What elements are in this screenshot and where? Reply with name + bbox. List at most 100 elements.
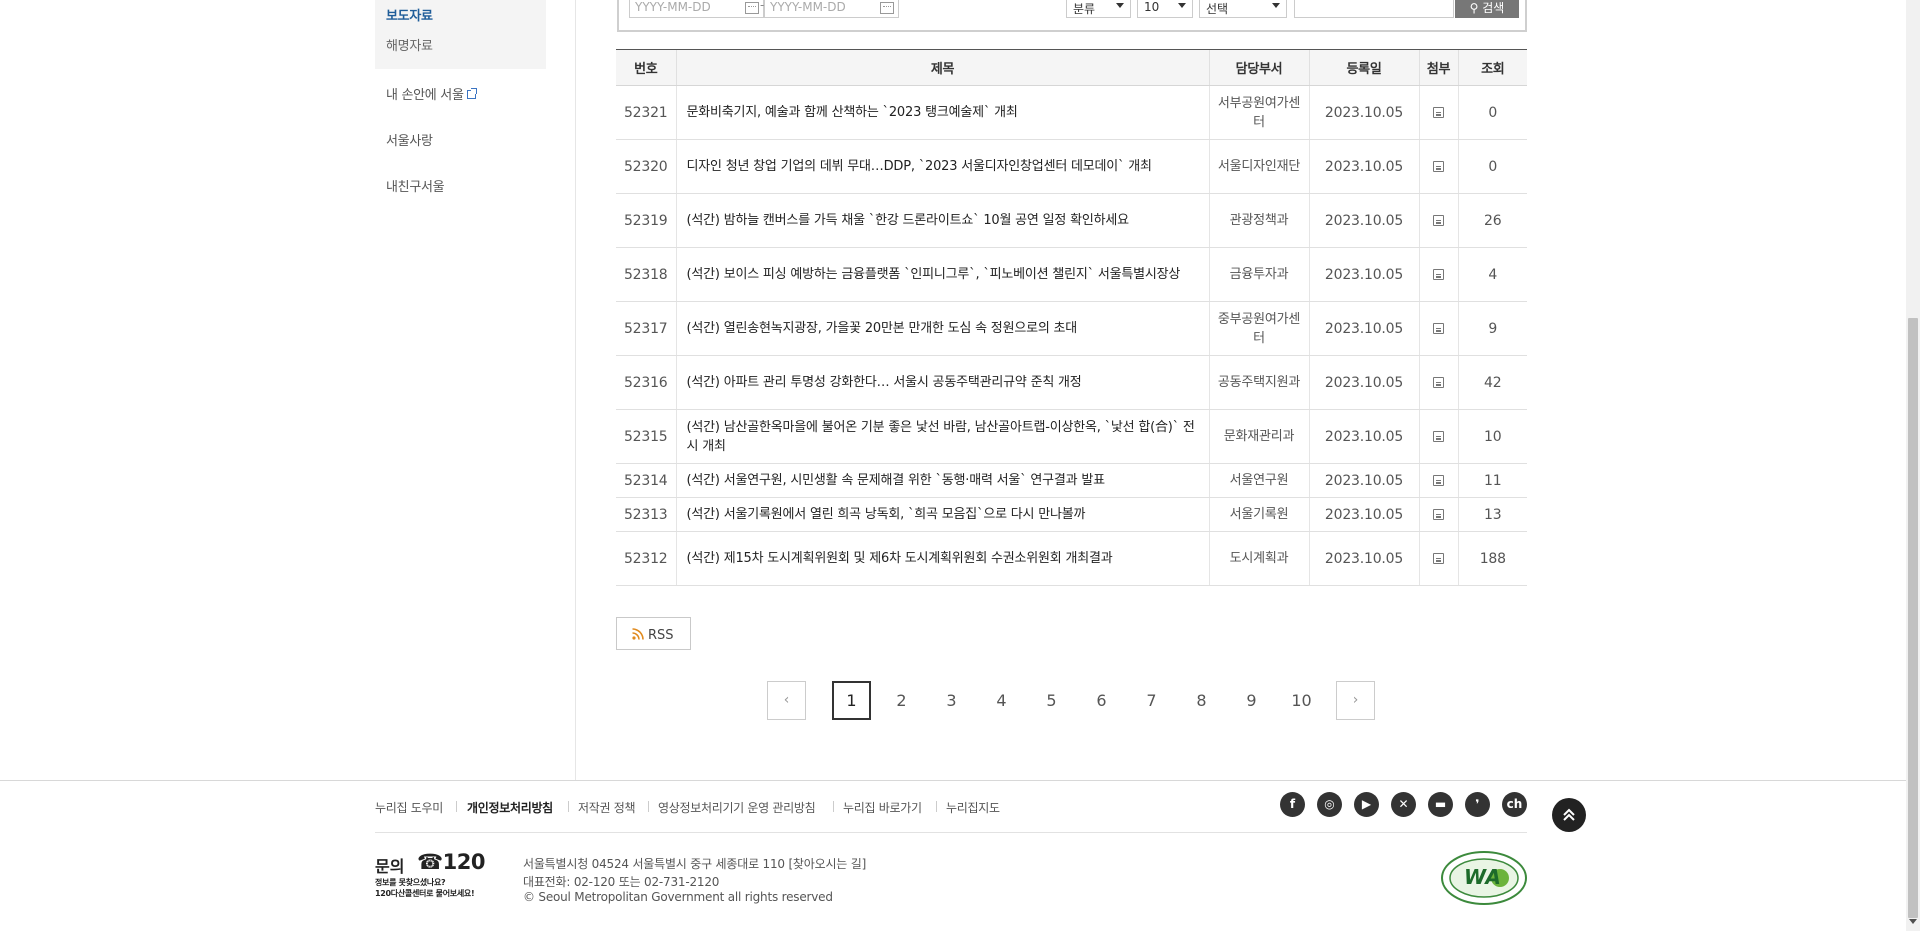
call-subtext-2: 120다산콜센터로 물어보세요! <box>375 889 475 898</box>
search-icon: ⚲ <box>1469 1 1483 15</box>
youtube-icon[interactable]: ▶ <box>1354 792 1379 817</box>
row-number: 52320 <box>616 139 676 194</box>
table-row: 52319 (석간) 밤하늘 캔버스를 가득 채울 `한강 드론라이트쇼` 10… <box>616 193 1527 248</box>
row-title-link[interactable]: 문화비축기지, 예술과 함께 산책하는 `2023 탱크예술제` 개최 <box>675 85 1209 140</box>
footer-link-privacy[interactable]: 개인정보처리방침 <box>467 799 553 816</box>
row-attachment[interactable] <box>1418 463 1458 498</box>
scroll-down-arrow-icon[interactable] <box>1909 919 1917 924</box>
pagination-page-5[interactable]: 5 <box>1032 681 1071 720</box>
date-to-input[interactable]: YYYY-MM-DD <box>764 0 899 18</box>
row-number: 52313 <box>616 497 676 532</box>
row-title-link[interactable]: (석간) 서울기록원에서 열린 희곡 낭독회, `희곡 모음집`으로 다시 만나… <box>675 497 1209 532</box>
row-department: 도시계획과 <box>1208 531 1309 586</box>
row-attachment[interactable] <box>1418 355 1458 410</box>
pagination-next-button[interactable]: › <box>1336 681 1375 720</box>
row-date: 2023.10.05 <box>1308 355 1419 410</box>
pagination-page-10[interactable]: 10 <box>1282 681 1321 720</box>
row-date: 2023.10.05 <box>1308 247 1419 302</box>
row-views: 42 <box>1457 355 1527 410</box>
footer-link-help[interactable]: 누리집 도우미 <box>375 799 443 816</box>
pagination-page-7[interactable]: 7 <box>1132 681 1171 720</box>
field-select-value: 선택 <box>1206 2 1229 16</box>
sidebar-link-my-friend-seoul[interactable]: 내친구서울 <box>386 176 445 195</box>
row-title-link[interactable]: 디자인 청년 창업 기업의 데뷔 무대…DDP, `2023 서울디자인창업센터… <box>675 139 1209 194</box>
kakao-story-icon[interactable]: ❜ <box>1465 792 1490 817</box>
floppy-disk-icon <box>1433 269 1444 280</box>
row-title-link[interactable]: (석간) 보이스 피싱 예방하는 금융플랫폼 `인피니그루`, `피노베이션 챌… <box>675 247 1209 302</box>
pagination-prev-button[interactable]: ‹ <box>767 681 806 720</box>
header-views: 조회 <box>1457 49 1527 86</box>
row-title-link[interactable]: (석간) 밤하늘 캔버스를 가득 채울 `한강 드론라이트쇼` 10월 공연 일… <box>675 193 1209 248</box>
row-attachment[interactable] <box>1418 139 1458 194</box>
rss-label: RSS <box>648 628 674 643</box>
pagination-page-8[interactable]: 8 <box>1182 681 1221 720</box>
sidebar-link-seoul-love[interactable]: 서울사랑 <box>386 130 433 149</box>
row-views: 10 <box>1457 409 1527 464</box>
pagination-page-1[interactable]: 1 <box>832 681 871 720</box>
row-attachment[interactable] <box>1418 247 1458 302</box>
pagination-page-6[interactable]: 6 <box>1082 681 1121 720</box>
pagination-page-3[interactable]: 3 <box>932 681 971 720</box>
row-views: 0 <box>1457 85 1527 140</box>
row-title-link[interactable]: (석간) 남산골한옥마을에 불어온 기분 좋은 낯선 바람, 남산골아트랩-이상… <box>675 409 1209 464</box>
table-row: 52317 (석간) 열린송현녹지광장, 가을꽃 20만본 만개한 도심 속 정… <box>616 301 1527 356</box>
scrollbar-thumb[interactable] <box>1908 318 1918 918</box>
search-button[interactable]: ⚲ 검색 <box>1455 0 1519 18</box>
call-subtext-1: 정보를 못찾으셨나요? <box>375 878 446 887</box>
web-accessibility-badge[interactable]: WA <box>1440 850 1528 906</box>
facebook-icon[interactable]: f <box>1280 792 1305 817</box>
header-number: 번호 <box>616 49 676 86</box>
rss-button[interactable]: RSS <box>616 617 691 650</box>
double-chevron-up-icon <box>1563 808 1575 821</box>
row-attachment[interactable] <box>1418 301 1458 356</box>
footer-copyright: © Seoul Metropolitan Government all righ… <box>523 890 833 904</box>
date-from-input[interactable]: YYYY-MM-DD <box>629 0 764 18</box>
floppy-disk-icon <box>1433 161 1444 172</box>
footer-inner-divider <box>375 832 1527 833</box>
footer-separator <box>568 801 569 812</box>
kakao-channel-icon[interactable]: ch <box>1502 792 1527 817</box>
row-title-link[interactable]: (석간) 열린송현녹지광장, 가을꽃 20만본 만개한 도심 속 정원으로의 초… <box>675 301 1209 356</box>
pagination-page-2[interactable]: 2 <box>882 681 921 720</box>
row-department: 중부공원여가센터 <box>1208 301 1309 356</box>
category-select[interactable]: 분류 <box>1066 0 1131 18</box>
calendar-icon[interactable] <box>745 2 759 14</box>
footer-separator <box>936 801 937 812</box>
footer-link-shortcuts[interactable]: 누리집 바로가기 <box>843 799 922 816</box>
row-title-link[interactable]: (석간) 아파트 관리 투명성 강화한다… 서울시 공동주택관리규약 준칙 개정 <box>675 355 1209 410</box>
footer-link-copyright[interactable]: 저작권 정책 <box>578 799 636 816</box>
keyword-input[interactable] <box>1294 0 1454 18</box>
row-title-link[interactable]: (석간) 서울연구원, 시민생활 속 문제해결 위한 `동행·매력 서울` 연구… <box>675 463 1209 498</box>
row-date: 2023.10.05 <box>1308 193 1419 248</box>
x-icon[interactable]: ✕ <box>1391 792 1416 817</box>
sidebar-link-mobile-seoul[interactable]: 내 손안에 서울 <box>386 84 477 103</box>
footer-link-cctv-policy[interactable]: 영상정보처리기기 운영 관리방침 <box>658 799 816 816</box>
row-title-link[interactable]: (석간) 제15차 도시계획위원회 및 제6차 도시계획위원회 수권소위원회 개… <box>675 531 1209 586</box>
table-row: 52315 (석간) 남산골한옥마을에 불어온 기분 좋은 낯선 바람, 남산골… <box>616 409 1527 464</box>
row-number: 52318 <box>616 247 676 302</box>
table-row: 52312 (석간) 제15차 도시계획위원회 및 제6차 도시계획위원회 수권… <box>616 531 1527 586</box>
row-number: 52312 <box>616 531 676 586</box>
sidebar-subitem-press-release[interactable]: 보도자료 <box>386 5 433 24</box>
row-department: 금융투자과 <box>1208 247 1309 302</box>
field-select[interactable]: 선택 <box>1199 0 1287 18</box>
pagination-page-9[interactable]: 9 <box>1232 681 1271 720</box>
chevron-down-icon <box>1178 3 1186 8</box>
row-views: 11 <box>1457 463 1527 498</box>
row-attachment[interactable] <box>1418 497 1458 532</box>
instagram-icon[interactable]: ◎ <box>1317 792 1342 817</box>
footer-link-sitemap[interactable]: 누리집지도 <box>946 799 1000 816</box>
chat-icon[interactable]: ▬ <box>1428 792 1453 817</box>
row-attachment[interactable] <box>1418 409 1458 464</box>
scroll-to-top-button[interactable] <box>1552 798 1586 832</box>
header-title: 제목 <box>675 49 1209 86</box>
row-attachment[interactable] <box>1418 85 1458 140</box>
row-attachment[interactable] <box>1418 193 1458 248</box>
calendar-icon[interactable] <box>880 2 894 14</box>
sidebar-subitem-clarification[interactable]: 해명자료 <box>386 35 433 54</box>
count-select[interactable]: 10 <box>1137 0 1193 18</box>
pagination-page-4[interactable]: 4 <box>982 681 1021 720</box>
row-attachment[interactable] <box>1418 531 1458 586</box>
footer-separator <box>833 801 834 812</box>
row-department: 서울연구원 <box>1208 463 1309 498</box>
